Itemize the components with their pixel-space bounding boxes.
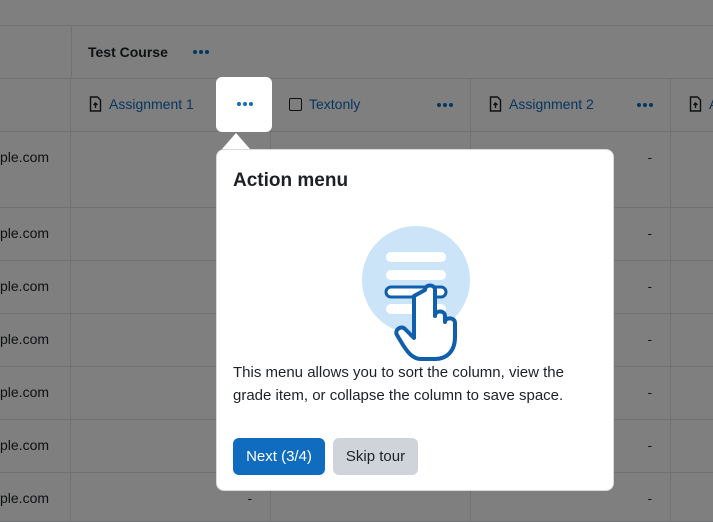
next-step-button[interactable]: Next (3/4) [233, 438, 325, 475]
tour-title: Action menu [233, 170, 349, 191]
tour-popover: Action menu This menu allows you to sort… [216, 149, 614, 491]
tour-body: This menu allows you to sort the column,… [233, 364, 564, 404]
skip-tour-button[interactable]: Skip tour [333, 438, 418, 475]
tour-spotlight-action-menu[interactable] [216, 77, 272, 132]
popover-arrow [222, 133, 250, 149]
action-menu-icon[interactable] [237, 102, 253, 106]
menu-tap-illustration-icon [362, 226, 470, 361]
